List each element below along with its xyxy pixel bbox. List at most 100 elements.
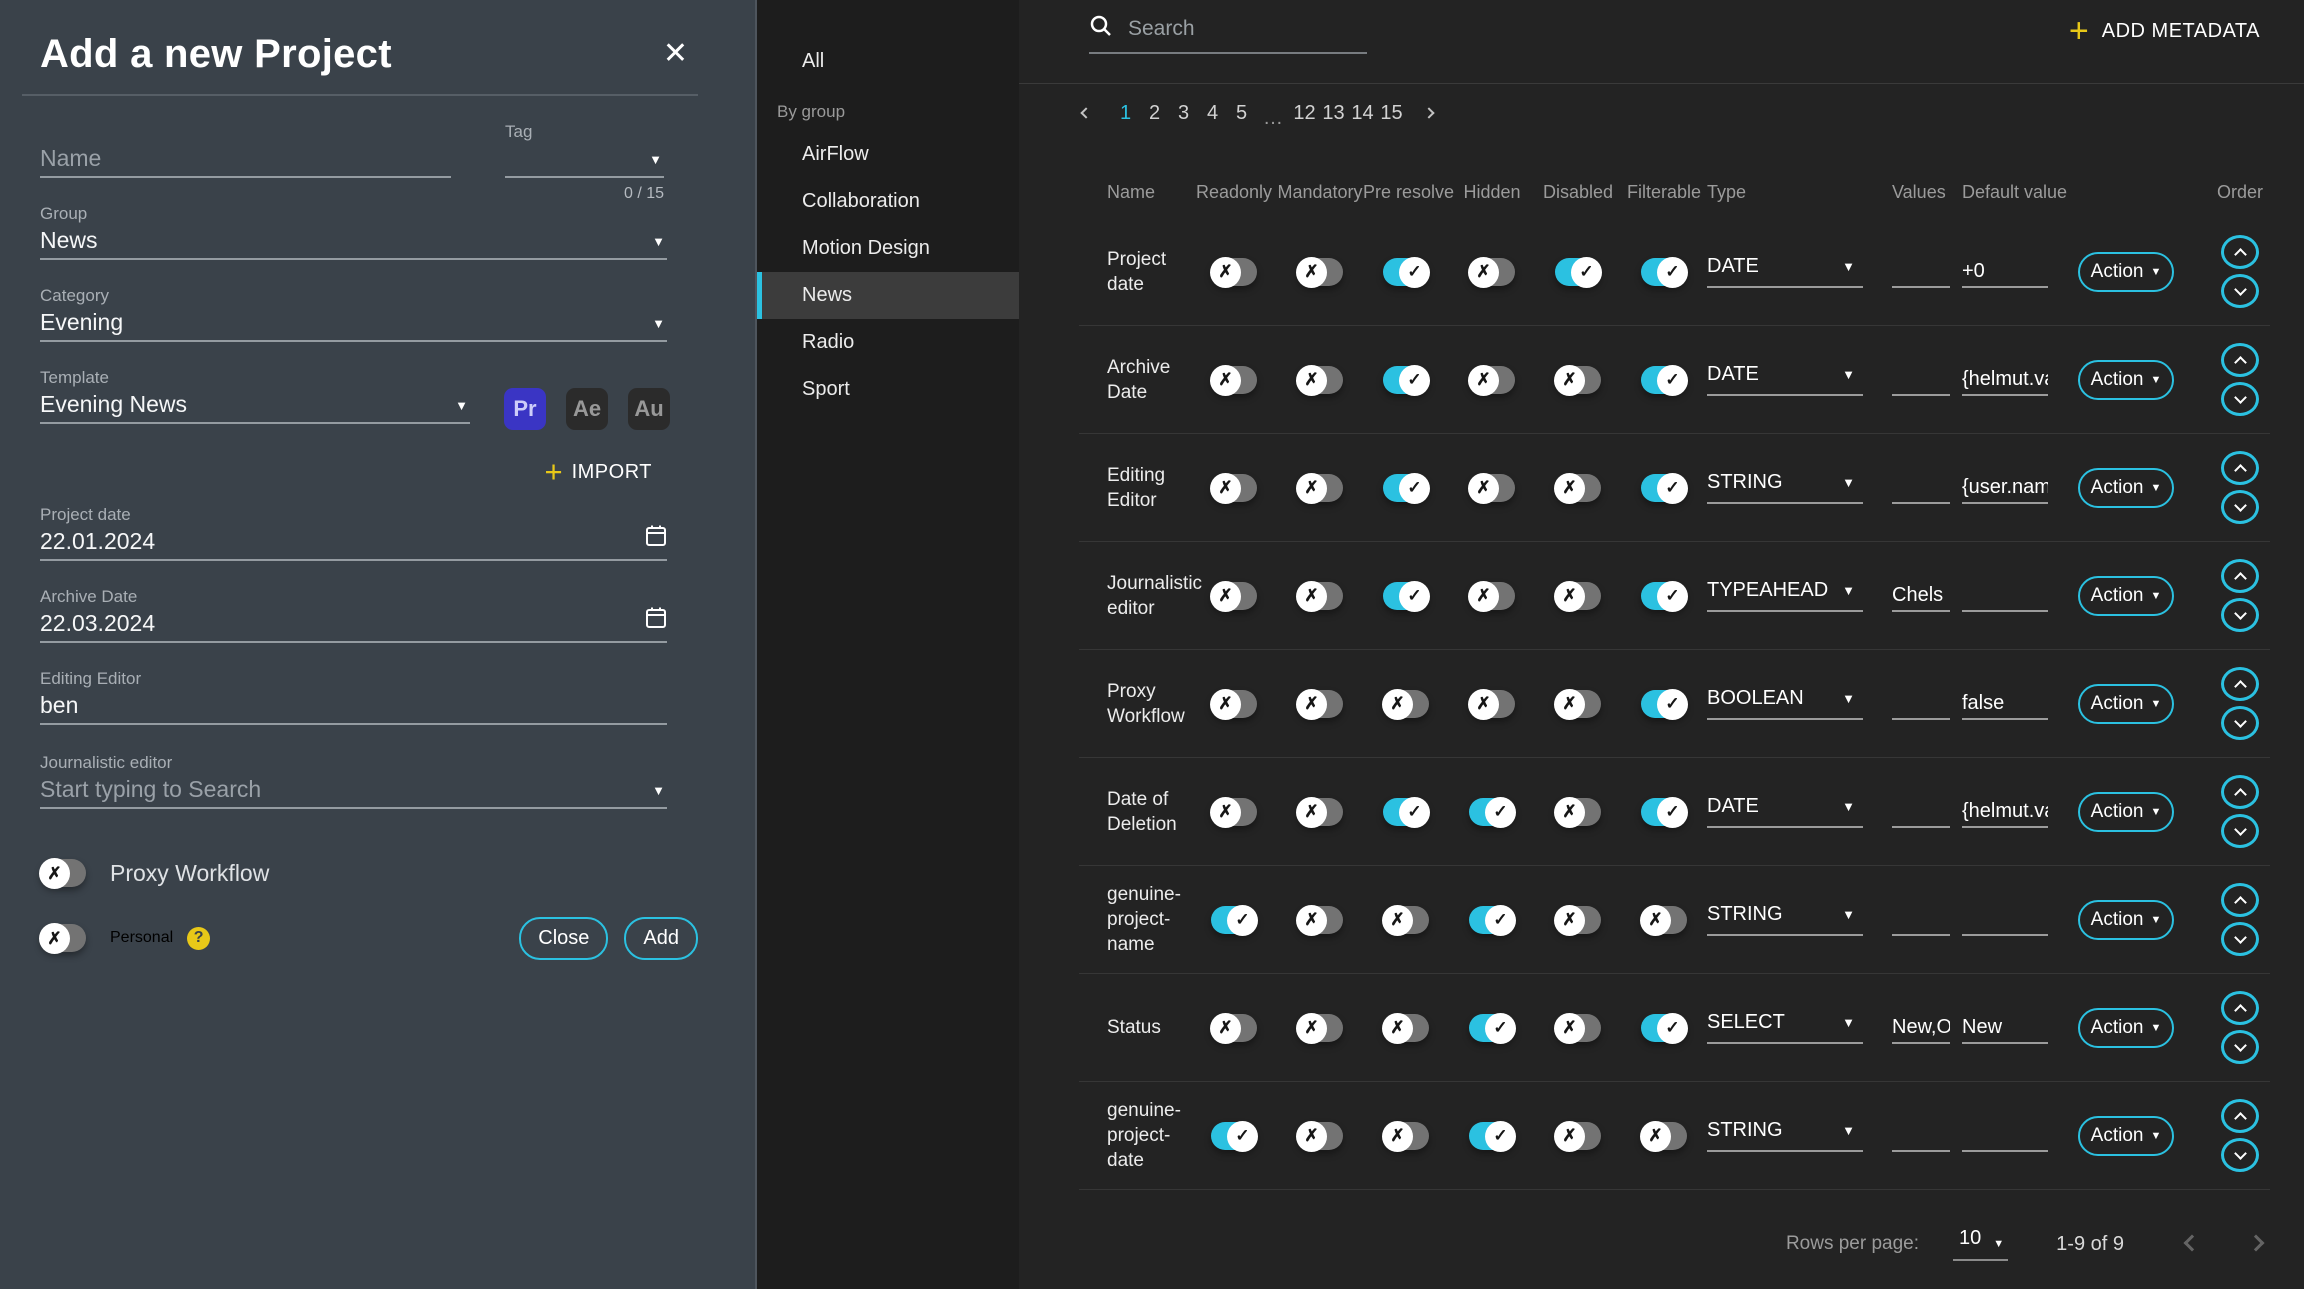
type-select[interactable]: DATE▼ bbox=[1707, 795, 1863, 828]
filterable-toggle[interactable]: ✓ bbox=[1641, 690, 1687, 718]
move-up-button[interactable] bbox=[2221, 667, 2259, 701]
filterable-toggle[interactable]: ✓ bbox=[1641, 582, 1687, 610]
pre-resolve-toggle[interactable]: ✗ bbox=[1383, 906, 1429, 934]
action-button[interactable]: Action▼ bbox=[2078, 1116, 2174, 1156]
disabled-toggle[interactable]: ✗ bbox=[1555, 474, 1601, 502]
sidebar-item-radio[interactable]: Radio bbox=[757, 319, 1019, 366]
action-button[interactable]: Action▼ bbox=[2078, 468, 2174, 508]
readonly-toggle[interactable]: ✗ bbox=[1211, 474, 1257, 502]
values-field[interactable]: Chels bbox=[1892, 580, 1950, 612]
default-value-field[interactable]: false bbox=[1962, 688, 2048, 720]
pre-resolve-toggle[interactable]: ✗ bbox=[1383, 1122, 1429, 1150]
page-1[interactable]: 1 bbox=[1111, 102, 1140, 125]
filterable-toggle[interactable]: ✓ bbox=[1641, 1014, 1687, 1042]
sidebar-item-sport[interactable]: Sport bbox=[757, 366, 1019, 413]
tag-select[interactable]: Tag ▼ 0 / 15 bbox=[505, 122, 664, 178]
page-14[interactable]: 14 bbox=[1348, 102, 1377, 125]
hidden-toggle[interactable]: ✓ bbox=[1469, 798, 1515, 826]
readonly-toggle[interactable]: ✗ bbox=[1211, 690, 1257, 718]
values-field[interactable] bbox=[1892, 472, 1950, 504]
filterable-toggle[interactable]: ✓ bbox=[1641, 258, 1687, 286]
disabled-toggle[interactable]: ✗ bbox=[1555, 1122, 1601, 1150]
default-value-field[interactable]: {user.nam bbox=[1962, 472, 2048, 504]
move-up-button[interactable] bbox=[2221, 343, 2259, 377]
import-button[interactable]: + IMPORT bbox=[40, 458, 652, 486]
mandatory-toggle[interactable]: ✗ bbox=[1297, 474, 1343, 502]
disabled-toggle[interactable]: ✓ bbox=[1555, 258, 1601, 286]
action-button[interactable]: Action▼ bbox=[2078, 576, 2174, 616]
journalistic-editor-field[interactable]: Journalistic editor Start typing to Sear… bbox=[40, 753, 667, 809]
values-field[interactable] bbox=[1892, 256, 1950, 288]
personal-toggle[interactable]: ✗ bbox=[40, 924, 86, 952]
move-up-button[interactable] bbox=[2221, 775, 2259, 809]
move-down-button[interactable] bbox=[2221, 706, 2259, 740]
values-field[interactable]: New,O bbox=[1892, 1012, 1950, 1044]
filterable-toggle[interactable]: ✗ bbox=[1641, 1122, 1687, 1150]
pagination-next-button[interactable] bbox=[1416, 109, 1442, 117]
pre-resolve-toggle[interactable]: ✓ bbox=[1383, 366, 1429, 394]
values-field[interactable] bbox=[1892, 688, 1950, 720]
default-value-field[interactable] bbox=[1962, 1120, 2048, 1152]
move-down-button[interactable] bbox=[2221, 490, 2259, 524]
search-input[interactable]: Search bbox=[1089, 14, 1367, 54]
editing-editor-field[interactable]: Editing Editor ben bbox=[40, 669, 667, 725]
default-value-field[interactable]: {helmut.va bbox=[1962, 796, 2048, 828]
mandatory-toggle[interactable]: ✗ bbox=[1297, 1014, 1343, 1042]
move-down-button[interactable] bbox=[2221, 1138, 2259, 1172]
readonly-toggle[interactable]: ✗ bbox=[1211, 258, 1257, 286]
type-select[interactable]: BOOLEAN▼ bbox=[1707, 687, 1863, 720]
proxy-workflow-toggle[interactable]: ✗ bbox=[40, 859, 86, 887]
disabled-toggle[interactable]: ✗ bbox=[1555, 366, 1601, 394]
filterable-toggle[interactable]: ✓ bbox=[1641, 366, 1687, 394]
action-button[interactable]: Action▼ bbox=[2078, 360, 2174, 400]
disabled-toggle[interactable]: ✗ bbox=[1555, 906, 1601, 934]
sidebar-item-news[interactable]: News bbox=[757, 272, 1019, 319]
pagination-prev-button[interactable] bbox=[1073, 109, 1099, 117]
readonly-toggle[interactable]: ✗ bbox=[1211, 798, 1257, 826]
default-value-field[interactable]: New bbox=[1962, 1012, 2048, 1044]
move-down-button[interactable] bbox=[2221, 274, 2259, 308]
move-up-button[interactable] bbox=[2221, 991, 2259, 1025]
premiere-pro-badge[interactable]: Pr bbox=[504, 388, 546, 430]
sidebar-item-airflow[interactable]: AirFlow bbox=[757, 131, 1019, 178]
mandatory-toggle[interactable]: ✗ bbox=[1297, 258, 1343, 286]
template-select[interactable]: Template Evening News ▼ bbox=[40, 368, 470, 424]
close-button[interactable]: Close bbox=[519, 917, 608, 960]
readonly-toggle[interactable]: ✗ bbox=[1211, 1014, 1257, 1042]
sidebar-item-collaboration[interactable]: Collaboration bbox=[757, 178, 1019, 225]
action-button[interactable]: Action▼ bbox=[2078, 792, 2174, 832]
archive-date-field[interactable]: Archive Date 22.03.2024 bbox=[40, 587, 667, 643]
action-button[interactable]: Action▼ bbox=[2078, 1008, 2174, 1048]
disabled-toggle[interactable]: ✗ bbox=[1555, 582, 1601, 610]
project-date-field[interactable]: Project date 22.01.2024 bbox=[40, 505, 667, 561]
action-button[interactable]: Action▼ bbox=[2078, 900, 2174, 940]
default-value-field[interactable] bbox=[1962, 580, 2048, 612]
values-field[interactable] bbox=[1892, 1120, 1950, 1152]
hidden-toggle[interactable]: ✗ bbox=[1469, 366, 1515, 394]
type-select[interactable]: STRING▼ bbox=[1707, 903, 1863, 936]
mandatory-toggle[interactable]: ✗ bbox=[1297, 366, 1343, 394]
group-select[interactable]: Group News ▼ bbox=[40, 204, 667, 260]
after-effects-badge[interactable]: Ae bbox=[566, 388, 608, 430]
type-select[interactable]: STRING▼ bbox=[1707, 471, 1863, 504]
type-select[interactable]: DATE▼ bbox=[1707, 255, 1863, 288]
sidebar-item-motion-design[interactable]: Motion Design bbox=[757, 225, 1019, 272]
mandatory-toggle[interactable]: ✗ bbox=[1297, 582, 1343, 610]
category-select[interactable]: Category Evening ▼ bbox=[40, 286, 667, 342]
hidden-toggle[interactable]: ✗ bbox=[1469, 258, 1515, 286]
move-down-button[interactable] bbox=[2221, 598, 2259, 632]
move-down-button[interactable] bbox=[2221, 814, 2259, 848]
page-5[interactable]: 5 bbox=[1227, 102, 1256, 125]
pre-resolve-toggle[interactable]: ✗ bbox=[1383, 690, 1429, 718]
mandatory-toggle[interactable]: ✗ bbox=[1297, 906, 1343, 934]
next-page-button[interactable] bbox=[2250, 1237, 2262, 1252]
add-metadata-button[interactable]: + ADD METADATA bbox=[2069, 14, 2260, 46]
readonly-toggle[interactable]: ✗ bbox=[1211, 366, 1257, 394]
move-up-button[interactable] bbox=[2221, 559, 2259, 593]
type-select[interactable]: SELECT▼ bbox=[1707, 1011, 1863, 1044]
hidden-toggle[interactable]: ✗ bbox=[1469, 690, 1515, 718]
action-button[interactable]: Action▼ bbox=[2078, 252, 2174, 292]
move-up-button[interactable] bbox=[2221, 883, 2259, 917]
hidden-toggle[interactable]: ✓ bbox=[1469, 906, 1515, 934]
readonly-toggle[interactable]: ✓ bbox=[1211, 906, 1257, 934]
